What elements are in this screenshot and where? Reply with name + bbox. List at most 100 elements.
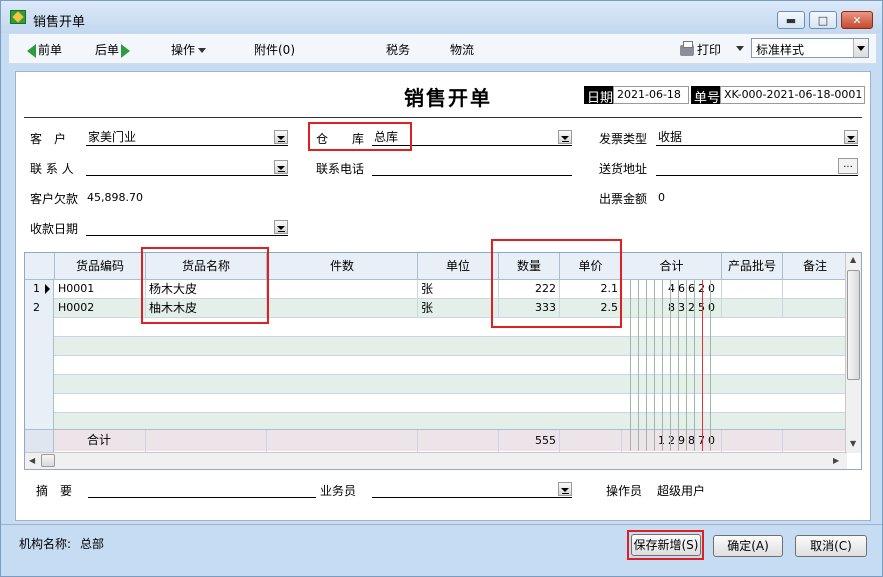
attachment-button[interactable]: 附件(0) bbox=[254, 41, 295, 58]
vertical-scrollbar[interactable]: ▲ ▼ bbox=[845, 253, 861, 453]
cell-note[interactable] bbox=[783, 299, 847, 318]
window-title: 销售开单 bbox=[33, 15, 86, 30]
col-code[interactable]: 货品编码 bbox=[55, 253, 146, 280]
date-field[interactable]: 2021-06-18 bbox=[613, 86, 689, 104]
sum-total: 129870 bbox=[622, 430, 722, 452]
scroll-right-icon[interactable]: ▶ bbox=[833, 456, 839, 465]
col-unit[interactable]: 单位 bbox=[418, 253, 499, 280]
scroll-up-icon[interactable]: ▲ bbox=[850, 255, 856, 264]
form-title: 销售开单 bbox=[404, 86, 492, 110]
cell-code[interactable]: H0002 bbox=[55, 299, 146, 318]
receive-date-label: 收款日期 bbox=[30, 222, 79, 236]
invoice-amount-value: 0 bbox=[658, 191, 665, 204]
print-dropdown[interactable] bbox=[733, 41, 744, 55]
col-batch[interactable]: 产品批号 bbox=[722, 253, 783, 280]
print-label: 打印 bbox=[697, 43, 722, 57]
next-order-button[interactable]: 后单 bbox=[95, 41, 131, 58]
address-label: 送货地址 bbox=[599, 162, 648, 176]
prev-order-button[interactable]: 前单 bbox=[27, 41, 62, 58]
dropdown-arrow-icon[interactable] bbox=[274, 130, 288, 144]
memo-field[interactable] bbox=[88, 480, 316, 498]
sum-cell bbox=[722, 430, 783, 452]
invoice-type-value: 收据 bbox=[658, 130, 683, 144]
table-row[interactable] bbox=[25, 337, 847, 356]
operator-label: 操作员 bbox=[606, 484, 643, 498]
contact-label: 联 系 人 bbox=[30, 162, 74, 176]
date-label: 日期 bbox=[584, 86, 617, 106]
digit-gridline bbox=[686, 280, 687, 451]
row-number bbox=[25, 394, 54, 413]
org-label: 机构名称: bbox=[19, 537, 72, 551]
digit-gridline bbox=[646, 280, 647, 451]
highlight-save-button bbox=[627, 530, 704, 560]
digit-gridline bbox=[678, 280, 679, 451]
digit-gridline bbox=[638, 280, 639, 451]
sum-cell bbox=[418, 430, 499, 452]
receive-date-field[interactable] bbox=[86, 218, 288, 236]
highlight-qty-price bbox=[491, 239, 622, 328]
cancel-button[interactable]: 取消(C) bbox=[795, 535, 867, 557]
customer-field[interactable]: 家美门业 bbox=[86, 128, 288, 146]
sum-cell bbox=[267, 430, 418, 452]
digit-gridline bbox=[670, 280, 671, 451]
digit-gridline bbox=[662, 280, 663, 451]
scroll-down-icon[interactable]: ▼ bbox=[850, 439, 856, 448]
cell-code[interactable]: H0001 bbox=[55, 280, 146, 299]
digit-gridline bbox=[630, 280, 631, 451]
row-number-text: 1 bbox=[33, 282, 40, 295]
scroll-thumb[interactable] bbox=[41, 454, 55, 467]
ok-button[interactable]: 确定(A) bbox=[713, 535, 783, 557]
dropdown-arrow-icon[interactable] bbox=[844, 130, 858, 144]
sales-order-window: 销售开单 ▬ □ ✕ 前单 后单 操作 附件(0) 税务 物流 打印 标准样式 … bbox=[0, 0, 883, 577]
cell-batch[interactable] bbox=[722, 299, 783, 318]
table-row[interactable] bbox=[25, 375, 847, 394]
row-number bbox=[25, 337, 54, 356]
logistics-button[interactable]: 物流 bbox=[450, 41, 474, 58]
minimize-button[interactable]: ▬ bbox=[777, 11, 805, 29]
dropdown-arrow-icon[interactable] bbox=[853, 39, 868, 57]
dropdown-arrow-icon[interactable] bbox=[274, 160, 288, 174]
col-pieces[interactable]: 件数 bbox=[267, 253, 418, 280]
title-divider bbox=[24, 117, 862, 118]
table-row[interactable] bbox=[25, 394, 847, 413]
horizontal-scrollbar[interactable]: ◀ ▶ bbox=[25, 452, 847, 469]
tax-button[interactable]: 税务 bbox=[386, 41, 410, 58]
contact-field[interactable] bbox=[86, 158, 288, 176]
close-icon: ✕ bbox=[852, 13, 862, 27]
invoice-type-field[interactable]: 收据 bbox=[656, 128, 858, 146]
order-no-field[interactable]: XK-000-2021-06-18-0001 bbox=[720, 86, 865, 104]
print-button[interactable]: 打印 bbox=[680, 41, 721, 58]
next-label: 后单 bbox=[95, 43, 120, 57]
close-button[interactable]: ✕ bbox=[841, 11, 873, 29]
cell-pieces[interactable] bbox=[267, 299, 418, 318]
sum-label: 合计 bbox=[55, 430, 146, 452]
phone-field[interactable] bbox=[372, 158, 572, 176]
operations-menu[interactable]: 操作 bbox=[171, 41, 207, 58]
print-style-select[interactable]: 标准样式 bbox=[751, 38, 869, 58]
cell-pieces[interactable] bbox=[267, 280, 418, 299]
col-total[interactable]: 合计 bbox=[622, 253, 722, 280]
address-browse-button[interactable]: ... bbox=[838, 158, 858, 174]
maximize-button[interactable]: □ bbox=[809, 11, 837, 29]
dropdown-arrow-icon[interactable] bbox=[274, 220, 288, 234]
dropdown-arrow-icon[interactable] bbox=[558, 130, 572, 144]
scroll-thumb[interactable] bbox=[847, 270, 860, 380]
cell-batch[interactable] bbox=[722, 280, 783, 299]
salesman-field[interactable] bbox=[372, 480, 572, 498]
cell-note[interactable] bbox=[783, 280, 847, 299]
prev-label: 前单 bbox=[38, 43, 63, 57]
ops-label: 操作 bbox=[171, 43, 196, 57]
cell-unit[interactable]: 张 bbox=[418, 299, 499, 318]
cell-unit[interactable]: 张 bbox=[418, 280, 499, 299]
highlight-warehouse bbox=[308, 122, 412, 151]
table-row[interactable] bbox=[25, 356, 847, 375]
scroll-left-icon[interactable]: ◀ bbox=[29, 456, 35, 465]
row-number: 2 bbox=[25, 299, 54, 318]
col-note[interactable]: 备注 bbox=[783, 253, 847, 280]
maximize-icon: □ bbox=[817, 13, 829, 27]
sum-cell bbox=[560, 430, 622, 452]
row-number-header bbox=[25, 253, 55, 280]
address-field[interactable]: ... bbox=[656, 158, 858, 176]
invoice-type-label: 发票类型 bbox=[599, 132, 648, 146]
dropdown-arrow-icon[interactable] bbox=[558, 482, 572, 496]
